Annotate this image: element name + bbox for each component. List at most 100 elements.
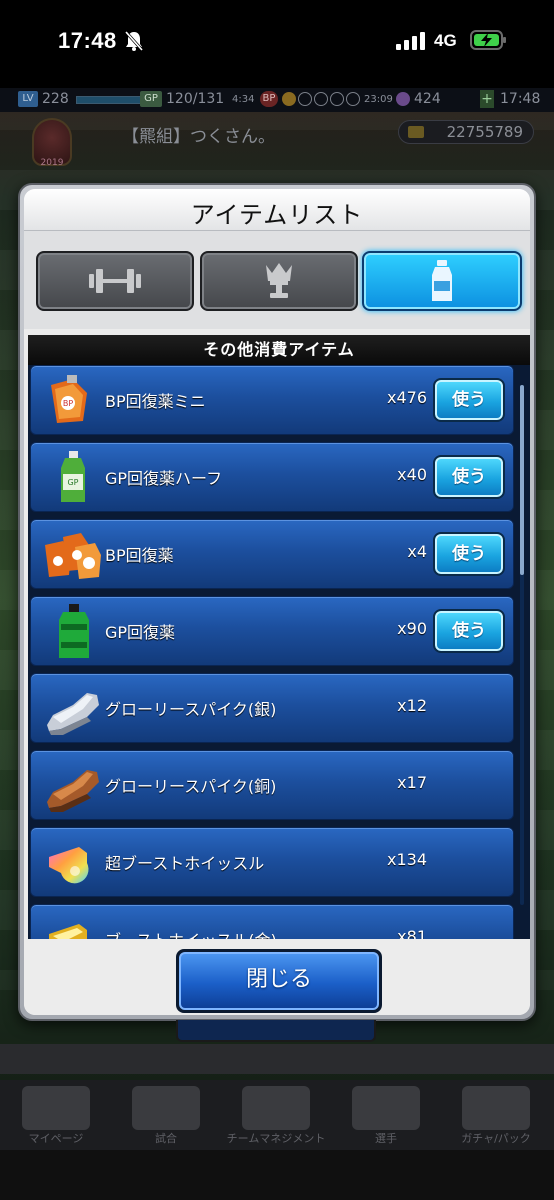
bp-dot (314, 92, 328, 106)
dialog-footer: 閉じる (24, 939, 530, 1015)
game-hud: LV 228 GP 120/131 4:34 BP 23:09 424 + 17… (0, 88, 554, 112)
item-count: x81 (397, 927, 427, 939)
item-name: ブーストホイッスル(金) (105, 927, 277, 939)
background-bar (0, 1044, 554, 1074)
nav-label: ガチャ/パック (461, 1132, 531, 1145)
gem-icon (396, 92, 410, 106)
gp-value: 120/131 (166, 91, 225, 107)
bp-badge: BP (260, 91, 278, 107)
list-item: グローリースパイク(銅) x17 (30, 750, 514, 820)
bp-potion-icon (43, 525, 103, 585)
item-name: グローリースパイク(銀) (105, 700, 277, 719)
list-scrollbar-thumb[interactable] (520, 385, 524, 575)
club-name: 【羆組】つくさん。 (122, 127, 275, 147)
list-item: BP BP回復薬ミニ x476 使う (30, 365, 514, 435)
item-count: x90 (397, 619, 427, 638)
gp-badge: GP (140, 91, 162, 107)
item-list[interactable]: BP BP回復薬ミニ x476 使う GP GP回復薬ハーフ x40 使う BP… (28, 365, 530, 939)
item-name: GP回復薬ハーフ (105, 469, 223, 488)
item-count: x40 (397, 465, 427, 484)
nav-team-management[interactable]: チームマネジメント (224, 1080, 328, 1150)
network-type: 4G (434, 31, 457, 50)
nav-gacha[interactable]: ガチャ/パック (444, 1080, 548, 1150)
item-name: グローリースパイク(銅) (105, 777, 277, 796)
nav-match[interactable]: 試合 (114, 1080, 218, 1150)
bp-timer: 23:09 (364, 94, 393, 105)
hud-clock: 17:48 (500, 91, 541, 107)
nav-players[interactable]: 選手 (334, 1080, 438, 1150)
use-button[interactable]: 使う (433, 378, 505, 422)
tab-consumables[interactable] (362, 251, 522, 311)
gp-bottle-half-icon: GP (43, 448, 103, 508)
bp-potion-mini-icon: BP (43, 371, 103, 431)
gp-bottle-icon (43, 602, 103, 662)
super-whistle-icon (43, 833, 103, 893)
item-list-dialog: アイテムリスト その他消費アイテム BP BP回復薬ミニ x476 使う GP … (18, 183, 536, 1021)
nav-label: マイページ (28, 1132, 84, 1145)
club-row: 2019 【羆組】つくさん。 22755789 (0, 112, 554, 182)
silver-spike-icon (43, 679, 103, 739)
svg-text:GP: GP (67, 478, 78, 487)
coin-icon (408, 126, 424, 138)
gem-value: 424 (414, 91, 441, 107)
nav-label: チームマネジメント (226, 1132, 326, 1145)
pitch-icon (242, 1086, 310, 1130)
gold-whistle-icon (43, 910, 103, 939)
item-name: 超ブーストホイッスル (105, 854, 265, 873)
dialog-title: アイテムリスト (190, 201, 364, 229)
dialog-body: アイテムリスト その他消費アイテム BP BP回復薬ミニ x476 使う GP … (24, 189, 530, 1015)
bp-dot (346, 92, 360, 106)
nav-mypage[interactable]: マイページ (4, 1080, 108, 1150)
cards-icon (462, 1086, 530, 1130)
exp-bar (76, 96, 146, 104)
list-item: ブーストホイッスル(金) x81 (30, 904, 514, 939)
bottle-icon (432, 260, 452, 301)
bp-dot (330, 92, 344, 106)
nav-label: 試合 (155, 1132, 177, 1145)
bp-dot (298, 92, 312, 106)
bottom-nav: マイページ 試合 チームマネジメント 選手 ガチャ/パック (0, 1080, 554, 1150)
item-count: x134 (386, 850, 427, 869)
players-icon (352, 1086, 420, 1130)
close-button-label: 閉じる (179, 952, 379, 1010)
list-item: グローリースパイク(銀) x12 (30, 673, 514, 743)
dumbbell-icon (89, 269, 141, 293)
list-item: GP回復薬 x90 使う (30, 596, 514, 666)
bell-muted-icon (124, 30, 144, 52)
signal-icon (396, 32, 426, 50)
level-badge: LV (18, 91, 38, 107)
bronze-spike-icon (43, 756, 103, 816)
close-button[interactable]: 閉じる (176, 949, 382, 1013)
status-bar: 17:48 4G (0, 0, 554, 88)
nav-label: 選手 (375, 1132, 397, 1145)
club-emblem-year: 2019 (40, 158, 64, 168)
list-item: GP GP回復薬ハーフ x40 使う (30, 442, 514, 512)
list-item: 超ブーストホイッスル x134 (30, 827, 514, 897)
mypage-icon (22, 1086, 90, 1130)
tab-training[interactable] (36, 251, 194, 311)
list-scrollbar[interactable] (520, 385, 524, 905)
item-count: x4 (407, 542, 427, 561)
use-button[interactable]: 使う (433, 532, 505, 576)
gp-timer: 4:34 (232, 94, 255, 105)
item-count: x476 (386, 388, 427, 407)
status-time: 17:48 (58, 28, 117, 53)
item-name: BP回復薬 (105, 546, 174, 565)
tab-bar (24, 231, 530, 329)
list-item: BP回復薬 x4 使う (30, 519, 514, 589)
tab-trophy[interactable] (200, 251, 358, 311)
item-name: GP回復薬 (105, 623, 176, 642)
home-indicator-area (0, 1150, 554, 1200)
bp-dot (282, 92, 296, 106)
dialog-title-bar: アイテムリスト (24, 189, 530, 231)
level-value: 228 (42, 91, 69, 107)
use-button[interactable]: 使う (433, 609, 505, 653)
item-count: x12 (397, 696, 427, 715)
section-header: その他消費アイテム (28, 335, 530, 365)
stadium-icon (132, 1086, 200, 1130)
svg-text:BP: BP (63, 399, 73, 408)
battery-charging-icon (470, 29, 508, 51)
use-button[interactable]: 使う (433, 455, 505, 499)
trophy-icon (266, 263, 292, 298)
add-gems-button[interactable]: + (480, 90, 494, 108)
